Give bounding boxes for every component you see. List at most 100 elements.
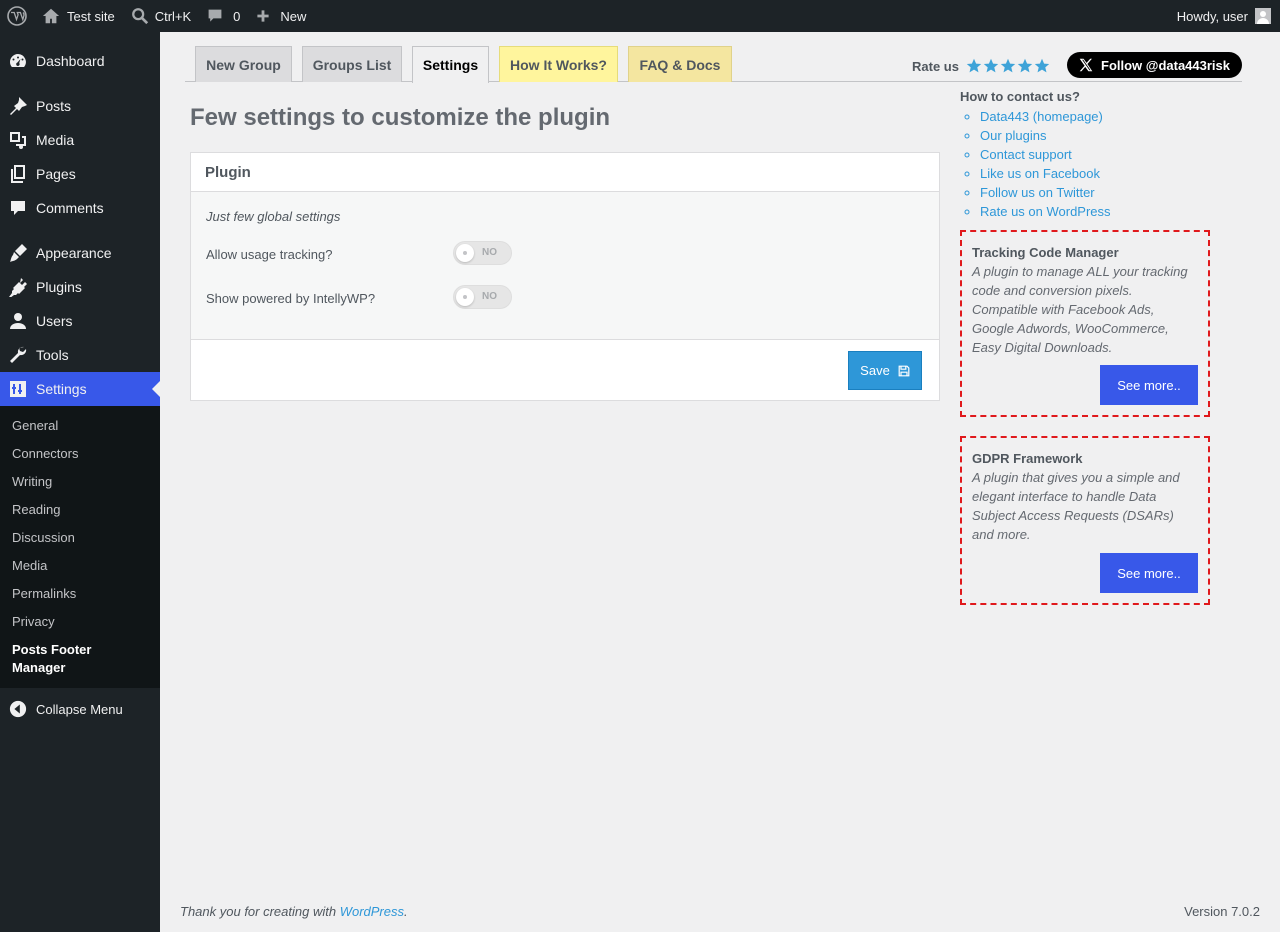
star-icon xyxy=(1034,58,1050,73)
promo-title: Tracking Code Manager xyxy=(972,245,1119,260)
list-item: Follow us on Twitter xyxy=(980,183,1220,202)
list-item: Data443 (homepage) xyxy=(980,107,1220,126)
promo-description: A plugin that gives you a simple and ele… xyxy=(972,470,1180,542)
comment-icon xyxy=(208,9,222,22)
new-label: New xyxy=(280,8,307,24)
save-button[interactable]: Save xyxy=(848,351,922,390)
site-name-link[interactable]: Test site xyxy=(34,0,123,32)
star-icon xyxy=(1000,58,1016,73)
twitter-follow-button[interactable]: Follow @data443risk xyxy=(1067,52,1242,78)
list-item: Contact support xyxy=(980,145,1220,164)
footer-thanks-text: Thank you for creating with xyxy=(180,904,340,919)
sidebar-item-comments[interactable]: Comments xyxy=(0,191,160,225)
toggle-knob xyxy=(456,288,474,306)
follow-label: Follow @data443risk xyxy=(1101,57,1230,73)
collapse-label: Collapse Menu xyxy=(36,701,123,717)
sidebar-item-settings[interactable]: Settings xyxy=(0,372,160,406)
toggle-knob xyxy=(456,244,474,262)
link-homepage[interactable]: Data443 (homepage) xyxy=(980,109,1103,124)
x-logo-icon xyxy=(1079,58,1093,72)
submenu-item-posts-footer-manager[interactable]: Posts Footer Manager xyxy=(12,641,132,677)
current-menu-arrow xyxy=(152,381,160,397)
wordpress-logo-button[interactable] xyxy=(0,0,34,32)
wordpress-link[interactable]: WordPress xyxy=(340,904,404,919)
pages-icon xyxy=(0,164,36,184)
sidebar-item-users[interactable]: Users xyxy=(0,304,160,338)
plugin-settings-panel: Plugin Just few global settings Allow us… xyxy=(190,152,940,401)
howdy-text: Howdy, user xyxy=(1176,8,1248,24)
search-icon xyxy=(131,8,148,25)
see-more-button[interactable]: See more.. xyxy=(1100,553,1198,593)
tab-faq-docs[interactable]: FAQ & Docs xyxy=(628,46,732,82)
star-icon xyxy=(983,58,999,73)
main-content: New Group Groups List Settings How It Wo… xyxy=(160,32,1280,932)
user-icon xyxy=(0,311,36,331)
sidebar-item-appearance[interactable]: Appearance xyxy=(0,236,160,270)
allow-usage-tracking-label: Allow usage tracking? xyxy=(206,247,333,262)
sidebar-item-label: Posts xyxy=(36,98,72,114)
sidebar-item-label: Pages xyxy=(36,166,76,182)
toggle-state: NO xyxy=(482,291,497,302)
link-rate-wordpress[interactable]: Rate us on WordPress xyxy=(980,204,1111,219)
link-facebook[interactable]: Like us on Facebook xyxy=(980,166,1100,181)
submenu-item-discussion[interactable]: Discussion xyxy=(12,530,75,545)
home-icon xyxy=(42,8,60,24)
submenu-item-writing[interactable]: Writing xyxy=(12,474,52,489)
sidebar-item-pages[interactable]: Pages xyxy=(0,157,160,191)
list-item: Like us on Facebook xyxy=(980,164,1220,183)
link-twitter[interactable]: Follow us on Twitter xyxy=(980,185,1095,200)
tab-groups-list[interactable]: Groups List xyxy=(302,46,402,82)
see-more-button[interactable]: See more.. xyxy=(1100,365,1198,405)
contact-links: Data443 (homepage) Our plugins Contact s… xyxy=(980,107,1220,221)
allow-usage-tracking-toggle[interactable]: NO xyxy=(453,241,512,265)
collapse-menu-button[interactable]: Collapse Menu xyxy=(0,692,160,726)
list-item: Our plugins xyxy=(980,126,1220,145)
sidebar-item-dashboard[interactable]: Dashboard xyxy=(0,44,160,78)
sidebar-item-plugins[interactable]: Plugins xyxy=(0,270,160,304)
link-our-plugins[interactable]: Our plugins xyxy=(980,128,1046,143)
panel-description: Just few global settings xyxy=(206,209,341,224)
promo-tracking-code-manager: Tracking Code Manager A plugin to manage… xyxy=(960,230,1210,417)
tab-settings[interactable]: Settings xyxy=(412,46,489,83)
search-shortcut: Ctrl+K xyxy=(154,8,192,24)
submenu-item-connectors[interactable]: Connectors xyxy=(12,446,78,461)
contact-box: How to contact us? Data443 (homepage) Ou… xyxy=(960,89,1220,221)
submenu-item-privacy[interactable]: Privacy xyxy=(12,614,55,629)
tab-new-group[interactable]: New Group xyxy=(195,46,292,82)
submenu-item-general[interactable]: General xyxy=(12,418,58,433)
new-content-button[interactable]: New xyxy=(248,0,314,32)
account-menu[interactable]: Howdy, user xyxy=(1177,8,1280,24)
footer-thanks-suffix: . xyxy=(404,904,408,919)
comments-link[interactable]: 0 xyxy=(199,0,248,32)
show-powered-by-toggle[interactable]: NO xyxy=(453,285,512,309)
submenu-item-permalinks[interactable]: Permalinks xyxy=(12,586,76,601)
star-icon xyxy=(966,58,982,73)
sidebar-item-label: Media xyxy=(36,132,75,148)
tab-how-it-works[interactable]: How It Works? xyxy=(499,46,618,82)
link-contact-support[interactable]: Contact support xyxy=(980,147,1072,162)
comment-icon xyxy=(0,198,36,218)
sidebar-item-label: Appearance xyxy=(36,245,112,261)
sliders-icon xyxy=(0,379,36,399)
sidebar-item-label: Comments xyxy=(36,200,104,216)
sidebar-item-tools[interactable]: Tools xyxy=(0,338,160,372)
sidebar-item-label: Tools xyxy=(36,347,69,363)
footer-thanks: Thank you for creating with WordPress. xyxy=(180,904,408,919)
sidebar-item-posts[interactable]: Posts xyxy=(0,89,160,123)
rate-us[interactable]: Rate us xyxy=(912,58,1050,74)
plus-icon xyxy=(257,10,270,22)
contact-title: How to contact us? xyxy=(960,89,1080,104)
rate-us-label: Rate us xyxy=(912,58,959,74)
rating-stars xyxy=(966,58,1050,74)
command-palette-button[interactable]: Ctrl+K xyxy=(123,0,199,32)
toggle-state: NO xyxy=(482,247,497,258)
admin-bar: Test site Ctrl+K 0 New Howdy, user xyxy=(0,0,1280,32)
sidebar-item-label: Dashboard xyxy=(36,53,105,69)
submenu-item-media[interactable]: Media xyxy=(12,558,47,573)
sidebar-item-media[interactable]: Media xyxy=(0,123,160,157)
admin-sidebar: Dashboard Posts Media Pages Comments App… xyxy=(0,32,160,932)
submenu-item-reading[interactable]: Reading xyxy=(12,502,60,517)
sidebar-item-label: Plugins xyxy=(36,279,82,295)
pin-icon xyxy=(0,96,36,116)
page-title: Few settings to customize the plugin xyxy=(190,104,611,131)
